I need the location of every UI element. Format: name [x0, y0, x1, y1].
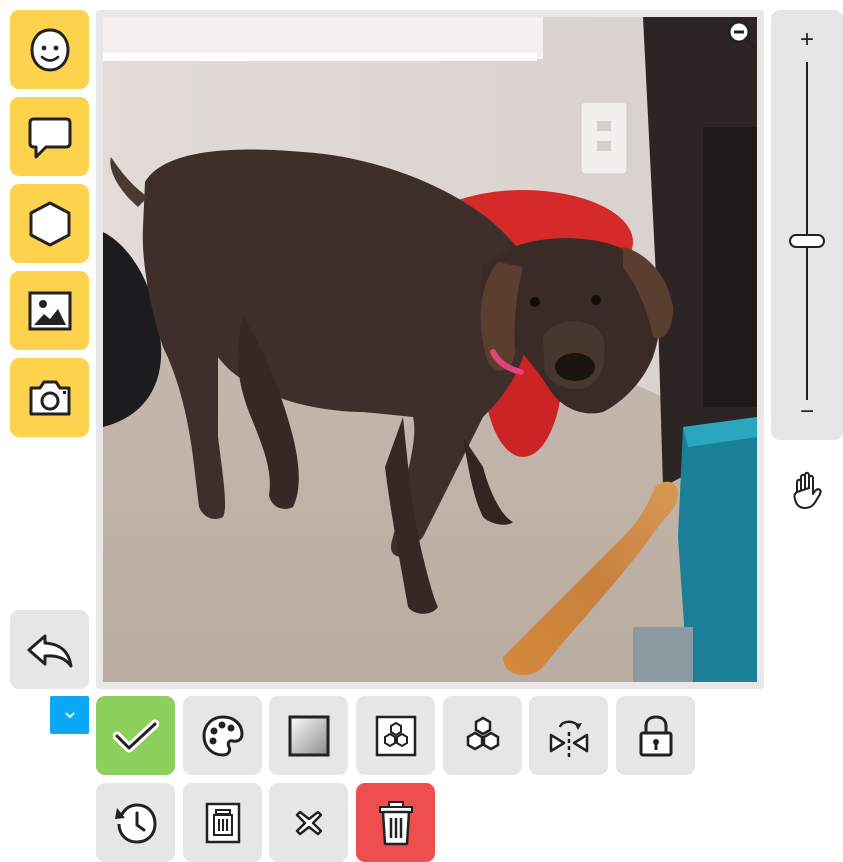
zoom-out-icon[interactable] [727, 20, 755, 48]
undo-button[interactable] [10, 610, 89, 689]
trash-button[interactable] [356, 783, 435, 862]
hexagon-cluster-icon [466, 716, 499, 750]
photo-illustration [103, 17, 757, 682]
flip-horizontal-icon [549, 720, 588, 757]
lock-button[interactable] [616, 696, 695, 775]
camera-button[interactable] [10, 358, 89, 437]
history-icon [114, 802, 157, 844]
lock-icon [639, 714, 672, 756]
smiley-face-icon [29, 27, 70, 72]
trash-icon [378, 800, 413, 845]
shape-button[interactable] [10, 184, 89, 263]
close-x-icon [295, 810, 322, 835]
zoom-slider-track[interactable] [806, 62, 808, 400]
image-icon [28, 291, 71, 330]
close-button[interactable] [269, 783, 348, 862]
history-button[interactable] [96, 783, 175, 862]
mask-frame-button[interactable] [356, 696, 435, 775]
emoji-button[interactable] [10, 10, 89, 89]
image-button[interactable] [10, 271, 89, 350]
fill-gradient-button[interactable] [269, 696, 348, 775]
undo-arrow-icon [27, 634, 72, 667]
camera-icon [29, 380, 70, 415]
hexagon-icon [29, 201, 70, 246]
delete-layer-button[interactable] [183, 783, 262, 862]
delete-layer-icon [205, 802, 240, 843]
zoom-slider-panel: + − [771, 10, 843, 440]
zoom-slider-thumb[interactable] [789, 234, 825, 249]
speech-bubble-icon [28, 117, 71, 158]
zoom-in-label[interactable]: + [771, 28, 843, 52]
group-shapes-button[interactable] [443, 696, 522, 775]
confirm-check-icon [112, 719, 159, 752]
options-dropdown[interactable] [50, 696, 89, 734]
flip-horizontal-button[interactable] [529, 696, 608, 775]
gradient-square-icon [288, 715, 329, 756]
hexagon-frame-icon [375, 715, 416, 756]
canvas-area[interactable] [96, 10, 764, 689]
palette-icon [201, 714, 244, 757]
dog-photo[interactable] [103, 17, 757, 682]
zoom-out-label[interactable]: − [771, 400, 843, 424]
confirm-button[interactable] [96, 696, 175, 775]
chevron-down-icon [64, 712, 75, 719]
color-palette-button[interactable] [183, 696, 262, 775]
pan-hand-icon[interactable] [785, 468, 831, 514]
speech-bubble-button[interactable] [10, 97, 89, 176]
